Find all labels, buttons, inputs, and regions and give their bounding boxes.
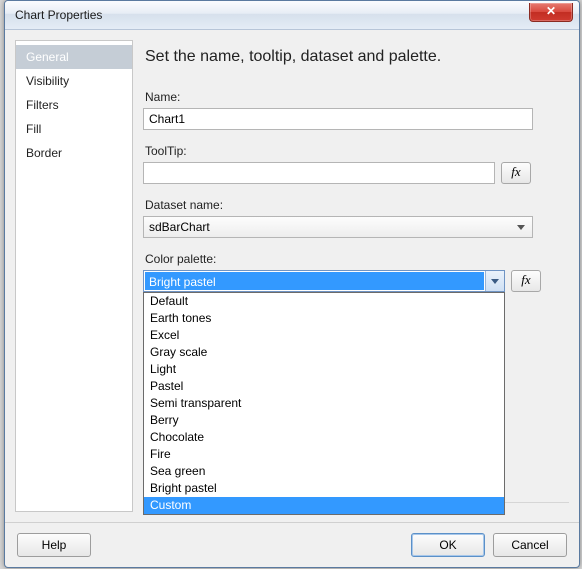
dialog-body: General Visibility Filters Fill Border S… [5, 30, 579, 567]
palette-option[interactable]: Excel [144, 327, 504, 344]
tooltip-row: ToolTip: fx [143, 144, 569, 184]
sidebar-item-label: Filters [26, 98, 59, 112]
dataset-row: Dataset name: sdBarChart [143, 198, 569, 238]
palette-selected-value: Bright pastel [145, 272, 484, 290]
sidebar-item-fill[interactable]: Fill [16, 117, 132, 141]
dataset-select[interactable]: sdBarChart [143, 216, 533, 238]
palette-option[interactable]: Fire [144, 446, 504, 463]
sidebar-item-label: Visibility [26, 74, 69, 88]
tooltip-input[interactable] [143, 162, 495, 184]
sidebar-item-general[interactable]: General [16, 45, 132, 69]
dataset-value: sdBarChart [149, 217, 210, 237]
palette-option[interactable]: Gray scale [144, 344, 504, 361]
fx-icon: fx [511, 164, 520, 179]
window-title: Chart Properties [11, 8, 102, 22]
tooltip-expression-button[interactable]: fx [501, 162, 531, 184]
cancel-button[interactable]: Cancel [493, 533, 567, 557]
palette-dropdown-list[interactable]: DefaultEarth tonesExcelGray scaleLightPa… [143, 292, 505, 515]
sidebar-item-label: Fill [26, 122, 41, 136]
button-label: Cancel [511, 538, 548, 552]
dialog-content: General Visibility Filters Fill Border S… [5, 30, 579, 522]
category-sidebar: General Visibility Filters Fill Border [15, 40, 133, 512]
palette-option[interactable]: Chocolate [144, 429, 504, 446]
chevron-down-icon [517, 225, 525, 230]
close-button[interactable]: ✕ [529, 3, 573, 22]
ok-button[interactable]: OK [411, 533, 485, 557]
palette-option[interactable]: Semi transparent [144, 395, 504, 412]
titlebar: Chart Properties ✕ [5, 1, 579, 30]
dialog-footer: Help OK Cancel [5, 522, 579, 567]
palette-option[interactable]: Light [144, 361, 504, 378]
palette-option[interactable]: Sea green [144, 463, 504, 480]
sidebar-item-label: General [26, 50, 69, 64]
sidebar-item-visibility[interactable]: Visibility [16, 69, 132, 93]
palette-option[interactable]: Berry [144, 412, 504, 429]
sidebar-item-label: Border [26, 146, 62, 160]
page-heading: Set the name, tooltip, dataset and palet… [145, 48, 569, 66]
palette-expression-button[interactable]: fx [511, 270, 541, 292]
name-row: Name: [143, 90, 569, 130]
close-icon: ✕ [546, 4, 556, 18]
palette-field[interactable]: Bright pastel [143, 270, 505, 292]
button-label: Help [42, 538, 67, 552]
dataset-label: Dataset name: [145, 198, 569, 212]
tooltip-label: ToolTip: [145, 144, 569, 158]
help-button[interactable]: Help [17, 533, 91, 557]
fx-icon: fx [521, 272, 530, 287]
palette-option[interactable]: Bright pastel [144, 480, 504, 497]
name-label: Name: [145, 90, 569, 104]
button-label: OK [439, 538, 456, 552]
sidebar-item-filters[interactable]: Filters [16, 93, 132, 117]
palette-dropdown-button[interactable] [485, 271, 504, 291]
palette-combobox[interactable]: Bright pastel DefaultEarth tonesExcelGra… [143, 270, 505, 292]
palette-row: Color palette: Bright pastel DefaultEart… [143, 252, 569, 292]
palette-option[interactable]: Pastel [144, 378, 504, 395]
chevron-down-icon [491, 279, 499, 284]
name-input[interactable] [143, 108, 533, 130]
main-panel: Set the name, tooltip, dataset and palet… [143, 40, 569, 512]
chart-properties-dialog: Chart Properties ✕ General Visibility Fi… [4, 0, 580, 568]
palette-option[interactable]: Default [144, 293, 504, 310]
palette-label: Color palette: [145, 252, 569, 266]
palette-option[interactable]: Custom [144, 497, 504, 514]
sidebar-item-border[interactable]: Border [16, 141, 132, 165]
palette-option[interactable]: Earth tones [144, 310, 504, 327]
